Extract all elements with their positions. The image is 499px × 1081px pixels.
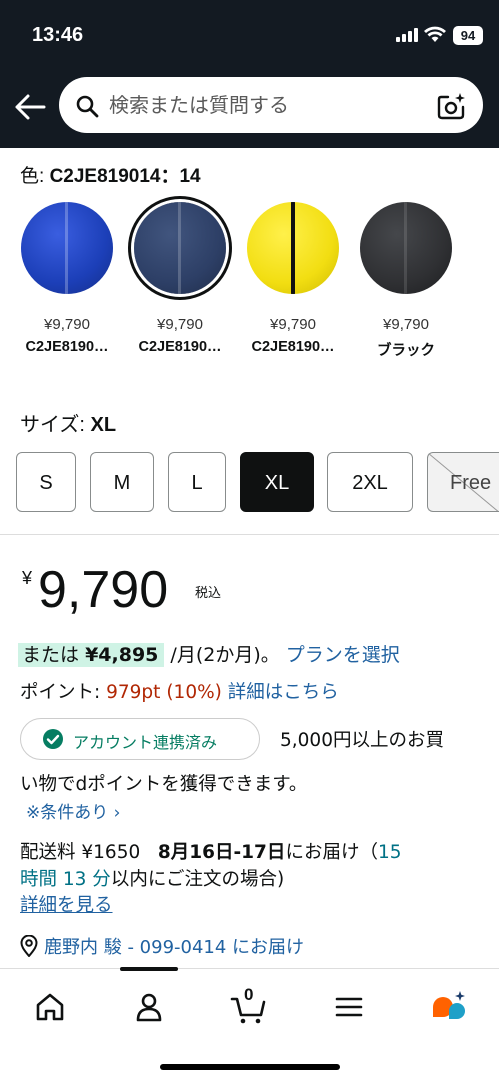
- home-icon[interactable]: [30, 987, 70, 1027]
- status-time: 13:46: [32, 24, 84, 46]
- cart-count: 0: [244, 985, 254, 1004]
- dpoint-text-line2: い物でdポイントを獲得できます。: [20, 774, 308, 795]
- size-option-xl[interactable]: XL: [240, 452, 314, 512]
- currency-symbol: ¥: [22, 568, 33, 588]
- search-icon: [76, 95, 99, 118]
- back-arrow-icon[interactable]: [14, 92, 46, 122]
- section-divider: [0, 534, 499, 535]
- price-amount: 9,790: [38, 561, 169, 619]
- color-option[interactable]: ¥9,790 ブラック: [351, 202, 461, 360]
- color-swatch-blue: [21, 202, 113, 294]
- conditions-link[interactable]: ※条件あり ›: [26, 798, 120, 823]
- color-swatch-yellow: [247, 202, 339, 294]
- home-indicator: [160, 1064, 340, 1070]
- delivery-location[interactable]: 鹿野内 駿 - 099-0414 にお届け: [20, 933, 304, 959]
- tax-included-note: 税込: [195, 585, 222, 600]
- account-linked-badge[interactable]: アカウント連携済み: [20, 718, 260, 760]
- size-selection-label: サイズ: XL: [20, 414, 117, 436]
- menu-icon[interactable]: [329, 987, 369, 1027]
- assistant-icon[interactable]: [429, 987, 469, 1027]
- color-option[interactable]: ¥9,790 C2JE8190…: [12, 202, 122, 355]
- size-option-m[interactable]: M: [90, 452, 154, 512]
- points-row: ポイント: 979pt (10%) 詳細はこちら: [20, 682, 339, 703]
- points-details-link[interactable]: 詳細はこちら: [228, 682, 339, 703]
- search-input[interactable]: [109, 87, 429, 123]
- size-option-2xl[interactable]: 2XL: [327, 452, 413, 512]
- shipping-line2: 時間 13 分以内にご注文の場合): [20, 869, 285, 890]
- color-swatch-black: [360, 202, 452, 294]
- shipping-fee: 配送料 ¥1650: [20, 842, 141, 863]
- wifi-icon: [424, 26, 446, 42]
- select-plan-link[interactable]: プランを選択: [286, 644, 400, 666]
- search-box[interactable]: [59, 77, 483, 133]
- color-option-selected[interactable]: ¥9,790 C2JE8190…: [125, 202, 235, 355]
- shipping-details-link[interactable]: 詳細を見る: [20, 891, 113, 917]
- points-value: 979pt: [106, 682, 161, 703]
- camera-search-icon[interactable]: [437, 91, 467, 121]
- color-option[interactable]: ¥9,790 C2JE8190…: [238, 202, 348, 355]
- installment-highlight: または ¥4,895: [18, 643, 165, 667]
- account-icon[interactable]: [129, 987, 169, 1027]
- header-bar: [0, 68, 499, 148]
- check-circle-icon: [43, 729, 63, 749]
- size-option-l[interactable]: L: [168, 452, 226, 512]
- status-bar: 13:46 94: [0, 0, 499, 68]
- installment-row: または ¥4,895 /月(2か月)。 プランを選択: [18, 640, 400, 667]
- location-pin-icon: [20, 934, 38, 958]
- battery-indicator: 94: [453, 26, 483, 45]
- active-tab-indicator: [120, 967, 178, 971]
- size-option-free-unavailable[interactable]: Free: [427, 452, 499, 512]
- dpoint-text-line1: 5,000円以上のお買: [280, 730, 444, 751]
- delivery-date: 8月16日-17日: [157, 842, 286, 863]
- order-cutoff-time: 時間 13 分: [20, 869, 111, 890]
- selected-size-value: XL: [90, 414, 117, 436]
- points-percent: (10%): [166, 682, 222, 703]
- signal-icon: [396, 28, 418, 42]
- color-swatch-navy: [134, 202, 226, 294]
- shipping-line1: 配送料 ¥1650 8月16日-17日にお届け（15: [20, 842, 402, 863]
- selected-color-value: C2JE819014：14: [49, 166, 201, 187]
- size-option-s[interactable]: S: [16, 452, 76, 512]
- color-selection-label: 色: C2JE819014：14: [20, 166, 201, 187]
- bottom-navigation: 0: [0, 967, 499, 1081]
